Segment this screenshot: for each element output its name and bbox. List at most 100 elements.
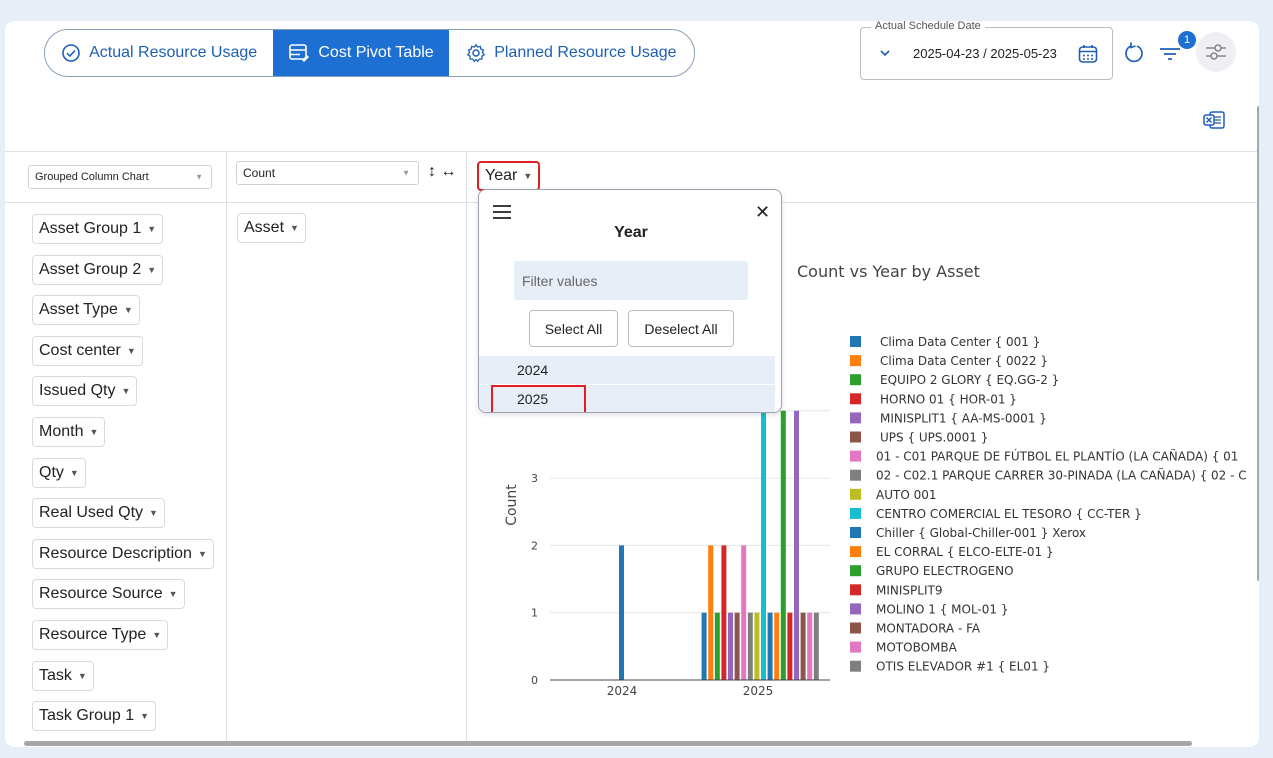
chevron-down-icon: ▼: [126, 345, 136, 356]
legend-swatch: [850, 412, 861, 424]
bar[interactable]: [761, 410, 766, 680]
bar[interactable]: [787, 612, 793, 680]
attribute-pill[interactable]: Asset Group 2 ▼: [32, 254, 164, 285]
legend-item[interactable]: Clima Data Center { 0022 }: [880, 354, 1048, 368]
legend-item[interactable]: UPS { UPS.0001 }: [880, 431, 988, 445]
bar[interactable]: [747, 612, 753, 680]
close-icon[interactable]: ✕: [755, 202, 770, 223]
chart-title: Count vs Year by Asset: [797, 262, 980, 281]
attribute-pill[interactable]: Task ▼: [32, 660, 94, 691]
renderer-select[interactable]: Grouped Column Chart ▼: [28, 165, 212, 189]
attribute-pill[interactable]: Asset Type ▼: [32, 295, 140, 326]
aggregator-select[interactable]: Count ▼: [236, 161, 419, 185]
bar[interactable]: [708, 545, 714, 680]
y-axis-label: Count: [504, 484, 520, 526]
y-tick-label: 1: [531, 607, 538, 620]
bar[interactable]: [780, 410, 786, 680]
legend-item[interactable]: EQUIPO 2 GLORY { EQ.GG-2 }: [880, 373, 1059, 387]
chevron-down-icon: ▼: [523, 171, 533, 181]
legend-swatch: [850, 431, 861, 443]
legend-swatch: [850, 488, 861, 500]
bar[interactable]: [734, 612, 740, 680]
bar[interactable]: [807, 612, 813, 680]
legend-item[interactable]: 01 - C01 PARQUE DE FÚTBOL EL PLANTÍO (LA…: [876, 449, 1238, 464]
tab-actual-resource-usage[interactable]: Actual Resource Usage: [45, 30, 273, 76]
bar[interactable]: [619, 545, 624, 680]
bar[interactable]: [701, 612, 707, 680]
y-tick-label: 2: [531, 539, 538, 552]
legend-swatch: [850, 603, 861, 615]
attribute-pill[interactable]: Resource Source ▼: [32, 579, 185, 610]
tab-cost-pivot-table[interactable]: Cost Pivot Table: [273, 30, 449, 76]
bar[interactable]: [800, 612, 806, 680]
popup-title: Year: [614, 224, 648, 241]
chevron-down-icon: ▼: [89, 427, 99, 437]
bar[interactable]: [728, 612, 733, 680]
attribute-label: Month: [39, 423, 84, 440]
select-all-button[interactable]: Select All: [529, 310, 618, 347]
legend-item[interactable]: Chiller { Global-Chiller-001 } Xerox: [876, 526, 1086, 540]
attribute-pill[interactable]: Resource Description ▼: [32, 538, 214, 569]
bar[interactable]: [774, 612, 780, 680]
gear-icon: [467, 43, 486, 63]
excel-export-icon[interactable]: [1201, 107, 1227, 133]
horizontal-scrollbar[interactable]: [24, 741, 1192, 746]
reset-icon[interactable]: [1122, 41, 1146, 65]
bar[interactable]: [721, 545, 727, 680]
legend-item[interactable]: GRUPO ELECTROGENO: [876, 564, 1014, 578]
sort-order-toggles[interactable]: ↕ ↔: [428, 163, 456, 181]
attribute-pill[interactable]: Task Group 1 ▼: [32, 701, 157, 732]
attribute-pill[interactable]: Real Used Qty ▼: [32, 498, 165, 529]
column-attr-year[interactable]: Year ▼: [477, 161, 541, 191]
sliders-icon[interactable]: [1196, 32, 1236, 72]
legend-item[interactable]: HORNO 01 { HOR-01 }: [880, 392, 1017, 406]
attribute-label: Asset Type: [39, 301, 118, 319]
row-attr-asset[interactable]: Asset ▼: [237, 213, 306, 243]
year-option-2024[interactable]: 2024: [479, 355, 775, 384]
vertical-scrollbar[interactable]: [1257, 106, 1259, 581]
hamburger-menu-icon[interactable]: [493, 204, 511, 220]
legend-item[interactable]: Clima Data Center { 001 }: [880, 335, 1040, 349]
attribute-pill[interactable]: Cost center ▼: [32, 335, 143, 366]
bar[interactable]: [794, 410, 799, 680]
chevron-down-icon: ▼: [147, 224, 157, 234]
tab-planned-resource-usage[interactable]: Planned Resource Usage: [449, 30, 694, 76]
chevron-down-icon: ▼: [140, 711, 150, 722]
legend-item[interactable]: MINISPLIT1 { AA-MS-0001 }: [880, 411, 1047, 425]
legend-item[interactable]: CENTRO COMERCIAL EL TESORO { CC-TER }: [876, 507, 1142, 521]
bar[interactable]: [754, 612, 760, 680]
deselect-all-button[interactable]: Deselect All: [628, 310, 734, 347]
legend-item[interactable]: MINISPLIT9: [876, 583, 942, 597]
column-attr-label: Year: [485, 167, 518, 184]
table-edit-icon: [289, 44, 310, 62]
bar[interactable]: [741, 545, 747, 680]
schedule-date-field[interactable]: Actual Schedule Date 2025-04-23 / 2025-0…: [860, 21, 1113, 80]
attribute-pill[interactable]: Month ▼: [32, 417, 106, 447]
attribute-pill[interactable]: Resource Type ▼: [32, 620, 169, 650]
chevron-down-icon[interactable]: [879, 48, 891, 58]
attribute-label: Real Used Qty: [39, 504, 144, 522]
date-range-value: 2025-04-23 / 2025-05-23: [913, 46, 1057, 61]
tab-label: Planned Resource Usage: [494, 44, 677, 61]
attribute-label: Task: [39, 666, 72, 684]
legend-item[interactable]: MOLINO 1 { MOL-01 }: [876, 602, 1008, 616]
legend-item[interactable]: 02 - C02.1 PARQUE CARRER 30-PINADA (LA C…: [876, 468, 1247, 483]
legend-swatch: [850, 584, 861, 596]
attribute-label: Resource Description: [39, 544, 192, 562]
bar[interactable]: [714, 612, 720, 680]
legend-item[interactable]: MOTOBOMBA: [876, 641, 958, 655]
legend-item[interactable]: OTIS ELEVADOR #1 { EL01 }: [876, 660, 1050, 674]
filter-values-input[interactable]: [514, 261, 748, 300]
attribute-pill[interactable]: Asset Group 1 ▼: [32, 214, 164, 244]
attribute-pill[interactable]: Qty ▼: [32, 457, 86, 488]
attribute-pill[interactable]: Issued Qty ▼: [32, 376, 138, 407]
date-field-label: Actual Schedule Date: [871, 21, 985, 32]
year-option-2025[interactable]: 2025: [479, 384, 775, 412]
legend-item[interactable]: MONTADORA - FA: [876, 622, 981, 636]
pivot-col-divider-2: [466, 151, 467, 747]
legend-item[interactable]: EL CORRAL { ELCO-ELTE-01 }: [876, 545, 1054, 559]
calendar-icon[interactable]: [1077, 43, 1099, 65]
legend-item[interactable]: AUTO 001: [876, 488, 937, 502]
bar[interactable]: [767, 612, 773, 680]
bar[interactable]: [813, 612, 819, 680]
